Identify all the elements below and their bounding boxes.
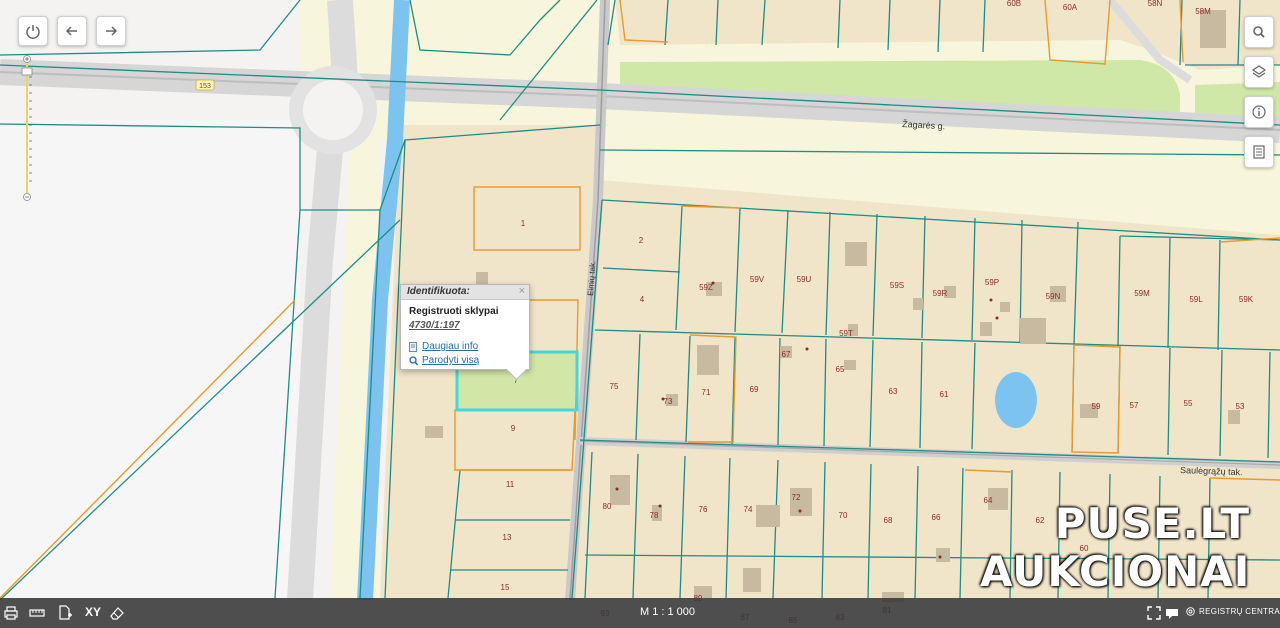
show-all-label: Parodyti visą [422, 355, 480, 366]
layers-button[interactable] [1244, 56, 1274, 88]
parcel-label: 59L [1189, 295, 1203, 304]
eraser-icon [110, 607, 124, 620]
parcel-label: 4 [640, 295, 645, 304]
parcel-label: 11 [506, 480, 515, 489]
fullscreen-button[interactable] [1145, 604, 1163, 622]
parcel-label: 68 [884, 516, 893, 525]
parcel-label: 59P [985, 278, 999, 287]
parcel-label: 67 [782, 350, 791, 359]
map-scale: M 1 : 1 000 [640, 606, 696, 618]
parcel-label: 80 [603, 502, 612, 511]
more-info-label: Daugiau info [422, 341, 479, 352]
search-icon [1253, 26, 1265, 38]
parcel-label: 62 [1036, 516, 1045, 525]
credit: REGISTRŲ CENTRAS [1186, 607, 1280, 616]
parcel-label: 70 [839, 511, 848, 520]
add-document-icon [59, 605, 72, 620]
parcel-label: 60A [1063, 3, 1078, 12]
parcel-label: 9 [511, 424, 516, 433]
parcel-label: 74 [744, 505, 753, 514]
parcel-label: 59M [1134, 289, 1150, 298]
xy-button[interactable]: XY [85, 605, 101, 619]
popup-header: Identifikuota: × [401, 285, 529, 300]
parcel-label: 59 [1092, 402, 1101, 411]
parcel-label: 59S [890, 281, 904, 290]
parcel-label: 63 [889, 387, 898, 396]
show-all-link[interactable]: Parodyti visą [409, 355, 521, 366]
map-canvas[interactable]: 153 Žagarės g. Eimių tak. Saulėgrąžų tak… [0, 0, 1280, 628]
parcel-label: 66 [932, 513, 941, 522]
parcel-label: 65 [836, 365, 845, 374]
popup-layer-title: Registruoti sklypai [409, 306, 499, 317]
power-icon [26, 25, 40, 39]
back-button[interactable] [57, 16, 87, 46]
parcel-label: 73 [664, 397, 673, 406]
parcel-label: 75 [610, 382, 619, 391]
parcel-label: 59R [933, 289, 948, 298]
parcel-label: 59Z [699, 283, 713, 292]
parcel-label: 15 [501, 583, 510, 592]
parcel-id-link[interactable]: 4730/1:197 [409, 320, 521, 331]
parcel-label: 78 [650, 511, 659, 520]
forward-button[interactable] [96, 16, 126, 46]
copyright-icon [1186, 607, 1195, 616]
search-button[interactable] [1244, 16, 1274, 48]
credit-label: REGISTRŲ CENTRAS [1199, 607, 1280, 616]
magnifier-icon [409, 355, 418, 365]
parcel-label: 59T [839, 329, 853, 338]
parcel-label: 1 [521, 219, 526, 228]
power-button[interactable] [18, 16, 48, 46]
bottom-toolbar: XY M 1 : 1 000 REGISTRŲ CENTRAS [0, 598, 1280, 628]
chat-icon [1166, 609, 1178, 619]
popup-header-label: Identifikuota: [407, 286, 470, 297]
eraser-button[interactable] [108, 604, 126, 622]
parcel-label: 2 [639, 236, 644, 245]
document-icon [1253, 145, 1265, 159]
add-document-button[interactable] [56, 604, 74, 622]
parcel-label: 57 [1130, 401, 1139, 410]
feedback-button[interactable] [1163, 604, 1181, 622]
print-icon [4, 606, 18, 620]
measure-button[interactable] [28, 604, 46, 622]
more-info-link[interactable]: Daugiau info [409, 341, 521, 352]
parcel-label: 59K [1239, 295, 1254, 304]
close-icon[interactable]: × [519, 285, 525, 297]
arrow-left-icon [65, 26, 77, 36]
parcel-label: 71 [702, 388, 711, 397]
zoom-handle[interactable] [21, 67, 33, 76]
layers-icon [1251, 65, 1267, 78]
road-badge: 153 [199, 83, 211, 90]
parcel-label: 69 [750, 385, 759, 394]
info-button[interactable] [1244, 96, 1274, 128]
identify-popup: Identifikuota: × Registruoti sklypai 473… [400, 284, 530, 381]
ruler-icon [29, 609, 45, 617]
arrow-right-icon [106, 26, 118, 36]
parcel-label: 61 [940, 390, 949, 399]
print-button[interactable] [2, 604, 20, 622]
parcel-label: 64 [984, 496, 993, 505]
parcel-label: 60 [1080, 544, 1089, 553]
parcel-label: 53 [1236, 402, 1245, 411]
info-icon [1252, 105, 1266, 119]
zoom-slider[interactable] [20, 55, 34, 201]
fullscreen-icon [1147, 606, 1161, 620]
parcel-label: 59U [797, 275, 812, 284]
parcel-label: 72 [792, 493, 801, 502]
parcel-label: 13 [503, 533, 512, 542]
document-icon [409, 341, 417, 352]
parcel-label: 59V [750, 275, 765, 284]
parcel-label: 76 [699, 505, 708, 514]
parcel-label: 55 [1184, 399, 1193, 408]
parcel-label: 59N [1046, 292, 1061, 301]
parcel-label: 58N [1148, 0, 1163, 8]
parcel-label: 58M [1195, 7, 1211, 16]
legend-button[interactable] [1244, 136, 1274, 168]
parcel-label: 60B [1007, 0, 1021, 8]
